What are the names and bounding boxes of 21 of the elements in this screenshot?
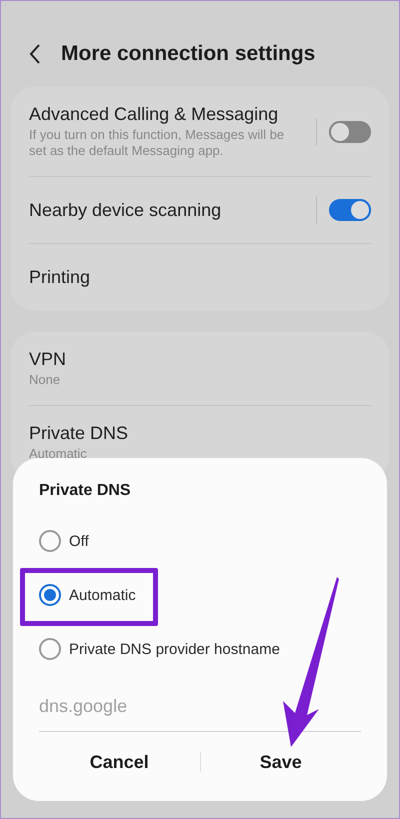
setting-title[interactable]: Printing (29, 266, 371, 288)
option-label[interactable]: Automatic (69, 586, 136, 604)
toggle-switch[interactable] (329, 199, 371, 221)
setting-title[interactable]: Private DNS (29, 423, 371, 444)
dialog-title: Private DNS (39, 482, 132, 500)
setting-subtitle: If you turn on this function, Messages will be set as the default Messaging app. (29, 127, 286, 159)
radio-button[interactable] (39, 638, 61, 660)
setting-subtitle: Automatic (29, 446, 88, 462)
save-button[interactable]: Save (200, 746, 361, 778)
option-label[interactable]: Private DNS provider hostname (69, 640, 280, 658)
option-label[interactable]: Off (69, 532, 89, 550)
toggle-switch[interactable] (329, 120, 371, 142)
page-title: More connection settings (61, 42, 316, 66)
setting-title[interactable]: Advanced Calling & Messaging (29, 104, 304, 125)
back-icon[interactable] (29, 43, 41, 65)
setting-subtitle: None (29, 372, 62, 388)
radio-button[interactable] (39, 584, 61, 606)
cancel-button[interactable]: Cancel (39, 746, 200, 778)
setting-title[interactable]: VPN (29, 349, 371, 370)
radio-button[interactable] (39, 530, 61, 552)
setting-title[interactable]: Nearby device scanning (29, 200, 304, 220)
